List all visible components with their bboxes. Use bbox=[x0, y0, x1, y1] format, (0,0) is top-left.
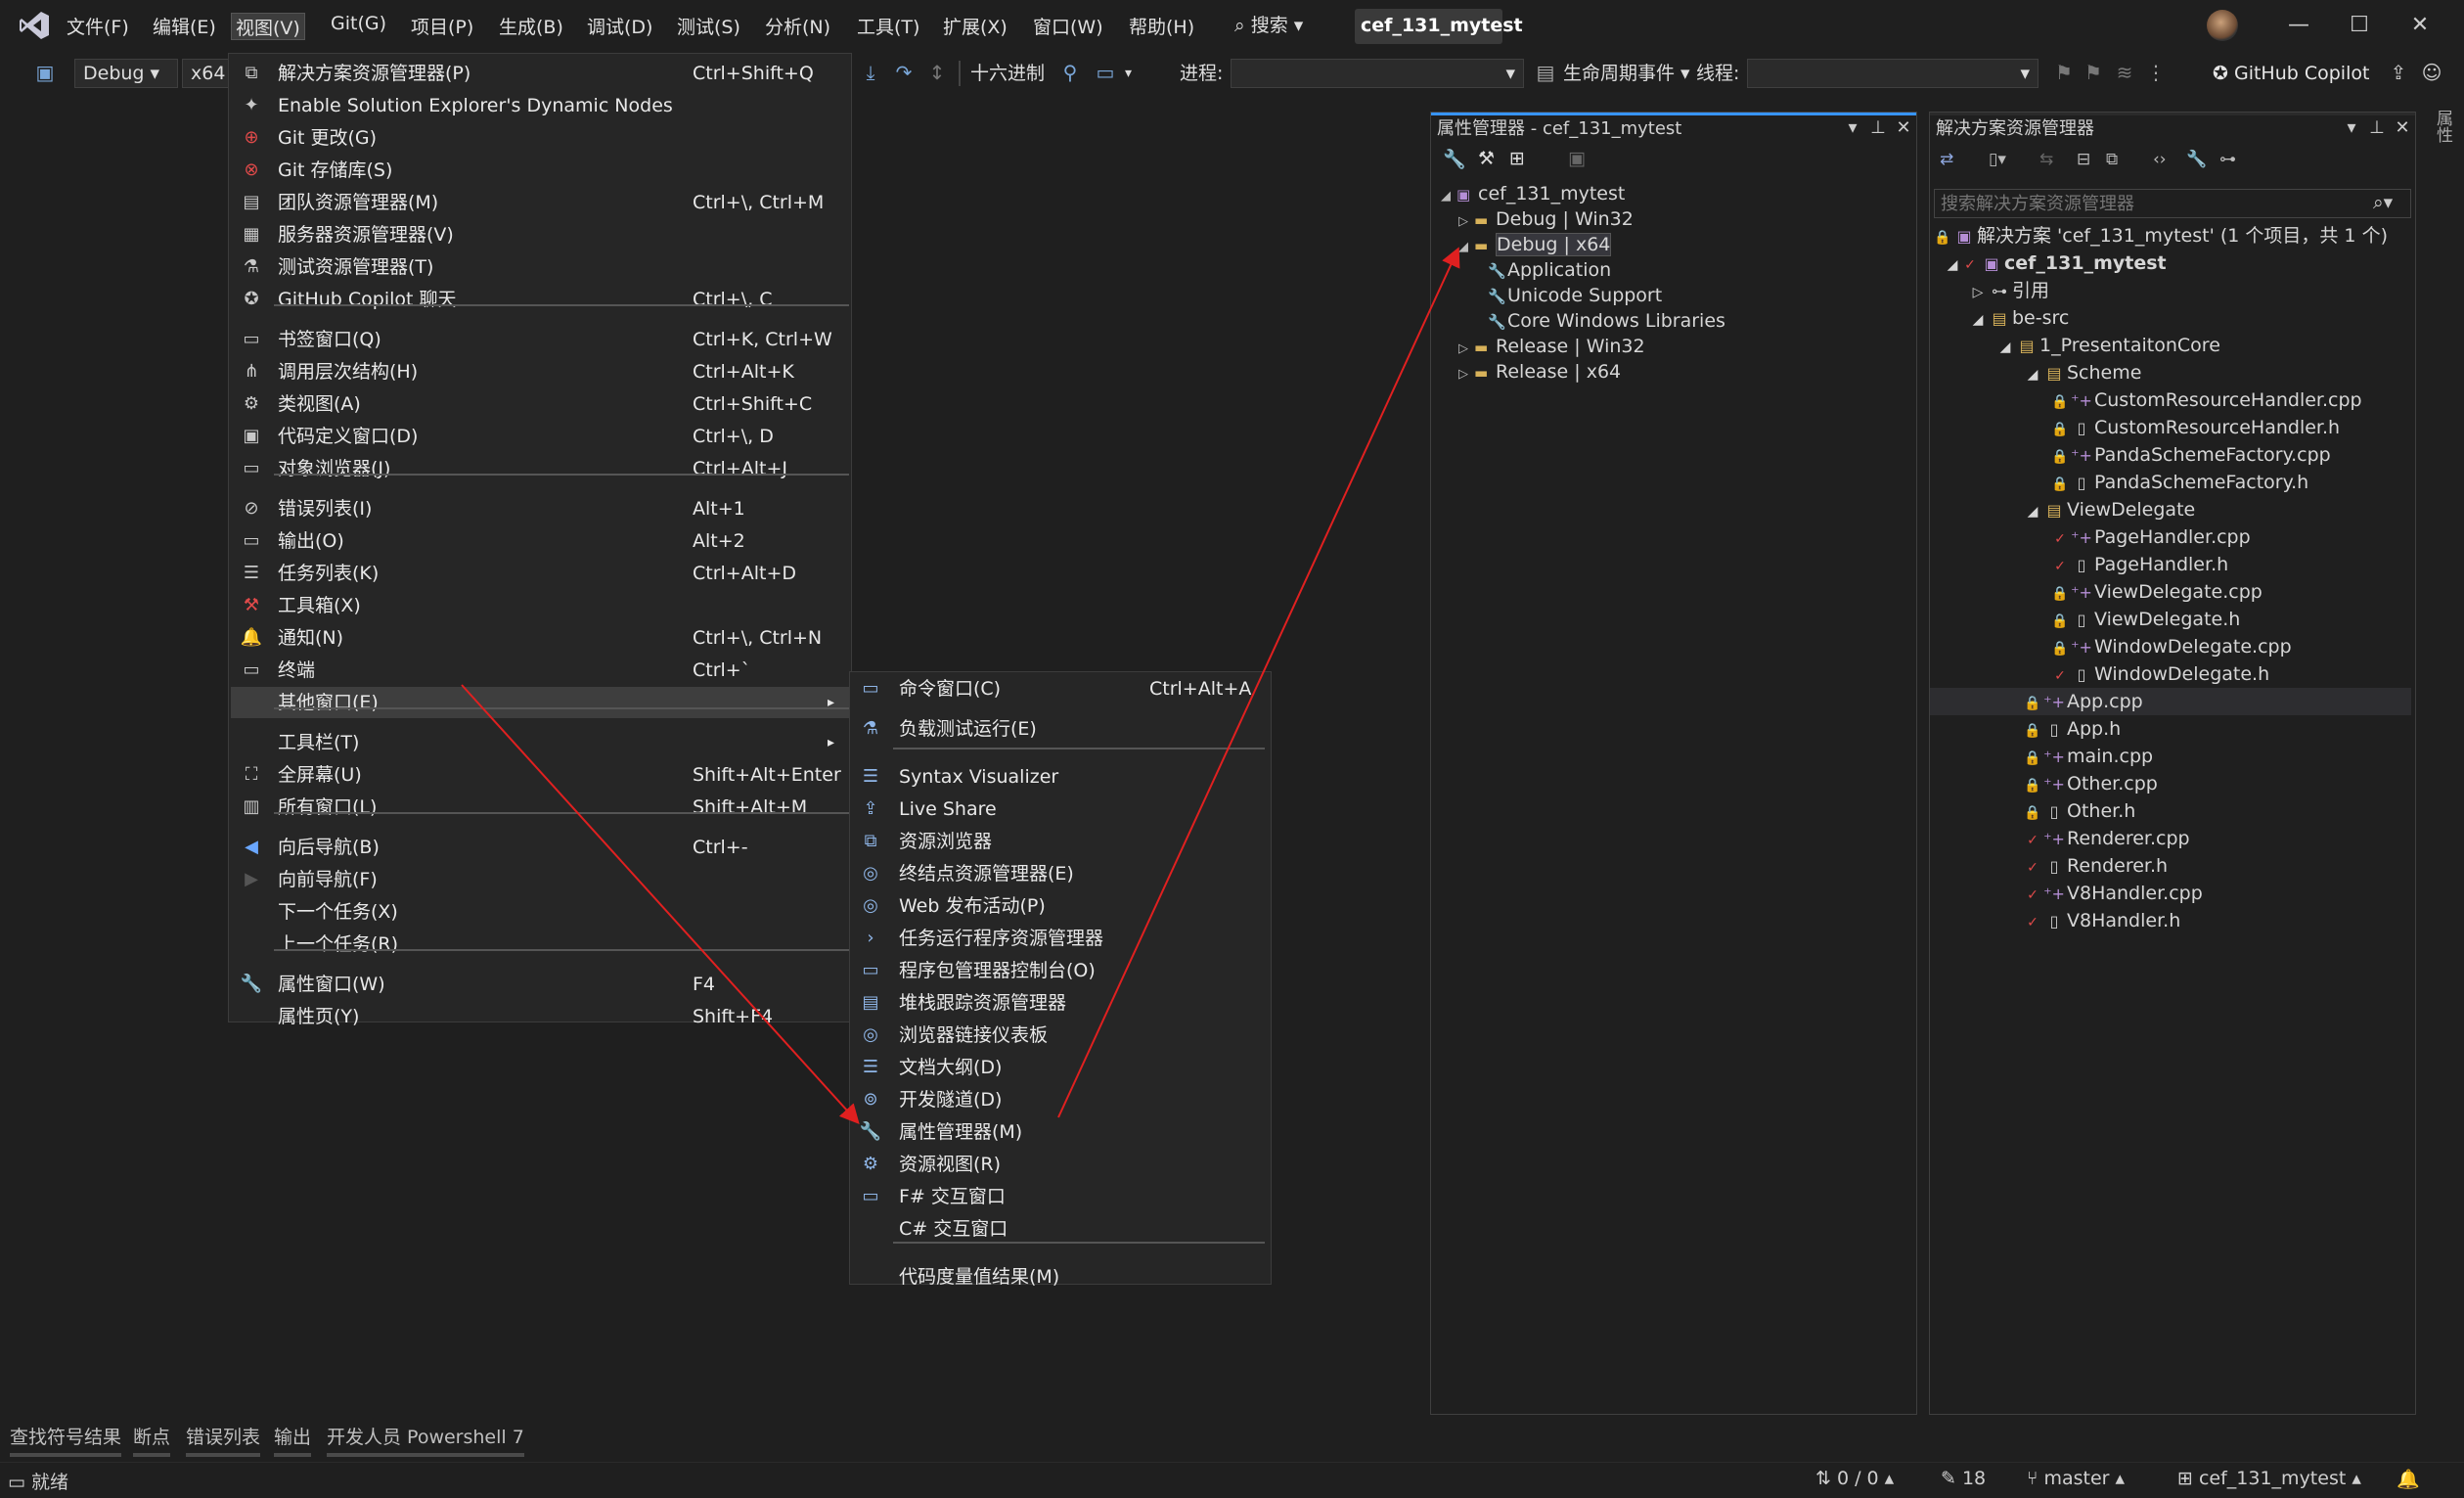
repo-label: cef_131_mytest bbox=[2198, 1468, 2347, 1489]
bottom-tab-1[interactable]: 断点 bbox=[133, 1423, 171, 1457]
bottom-tab-4[interactable]: 开发人员 Powershell 7 bbox=[327, 1423, 524, 1457]
branch-status[interactable]: ⑂ master ▴ bbox=[2027, 1468, 2125, 1489]
edits-status[interactable]: ✎ 18 bbox=[1941, 1468, 1986, 1489]
bottom-tab-3[interactable]: 输出 bbox=[274, 1423, 312, 1457]
repo-status[interactable]: ⊞ cef_131_mytest ▴ bbox=[2177, 1468, 2361, 1489]
bottom-tab-0[interactable]: 查找符号结果 bbox=[10, 1423, 122, 1457]
edits-label: 18 bbox=[1961, 1468, 1987, 1489]
annotation-arrows bbox=[461, 247, 1460, 1124]
arrow-other-to-property-manager bbox=[461, 684, 860, 1124]
ready-label: 就绪 bbox=[31, 1472, 69, 1493]
sync-status[interactable]: ⇅ 0 / 0 ▴ bbox=[1815, 1468, 1894, 1489]
notification-icon[interactable]: 🔔 bbox=[2397, 1468, 2420, 1490]
ready-status: ▭ 就绪 bbox=[8, 1468, 68, 1494]
sync-label: 0 / 0 bbox=[1836, 1468, 1879, 1489]
bottom-tab-2[interactable]: 错误列表 bbox=[186, 1423, 261, 1457]
branch-label: master bbox=[2043, 1468, 2110, 1489]
output-icon: ▭ bbox=[8, 1472, 25, 1493]
arrow-property-manager-to-panel bbox=[1057, 247, 1460, 1118]
